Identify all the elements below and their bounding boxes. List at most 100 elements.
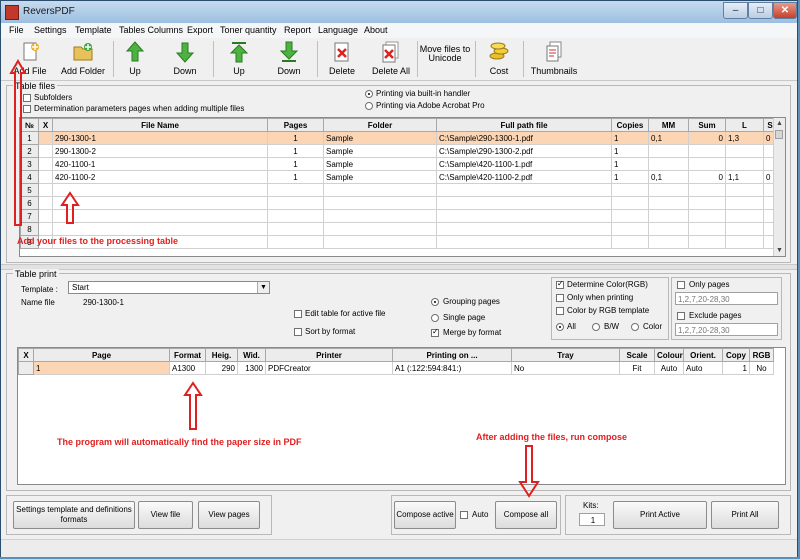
table-row[interactable]: 3 420-1100-1 1 Sample C:\Sample\420-1100-1… [20,157,777,171]
col-l[interactable]: L [725,118,764,132]
scroll-up-icon[interactable]: ▲ [774,118,785,129]
pcol-printer[interactable]: Printer [265,348,393,362]
menu-report[interactable]: Report [284,25,311,35]
auto-checkbox[interactable] [460,511,468,519]
kits-input[interactable]: 1 [579,513,605,526]
determine-color-checkbox[interactable] [556,279,564,289]
exclude-pages-input[interactable]: 1,2,7,20-28,30 [675,323,778,336]
col-full-path[interactable]: Full path file [436,118,612,132]
merge-format-checkbox[interactable] [431,327,439,337]
table-row[interactable]: 6 [20,196,777,210]
move-down-button[interactable]: Down [167,39,203,79]
move-to-unicode-button[interactable]: Move files to Unicode [419,39,471,79]
sort-format-label: Sort by format [305,327,356,336]
col-sum[interactable]: Sum [688,118,726,132]
compose-active-button[interactable]: Compose active [394,501,456,529]
minimize-button[interactable]: – [723,2,748,19]
print-builtin-radio[interactable] [365,90,373,98]
pcol-x[interactable]: X [18,348,34,362]
files-table-scrollbar[interactable]: ▲ ▼ [773,118,785,256]
table-row[interactable]: 1 290-1300-1 1 Sample C:\Sample\290-1300-1… [20,131,777,145]
menu-toner-quantity[interactable]: Toner quantity [220,25,277,35]
col-x[interactable]: X [38,118,53,132]
grouping-pages-radio[interactable] [431,298,439,306]
delete-all-button[interactable]: Delete All [369,39,413,79]
grouping-pages-label: Grouping pages [443,297,500,306]
col-mm[interactable]: MM [648,118,689,132]
menu-template[interactable]: Template [75,25,112,35]
pcol-scale[interactable]: Scale [619,348,655,362]
arrow-down-bottom-icon [279,41,299,62]
scroll-down-icon[interactable]: ▼ [774,245,785,256]
table-row[interactable]: 1 A1300 290 1300 PDFCreator A1 (:122:594… [18,361,774,375]
color-rgb-label: Color by RGB template [567,306,650,315]
pcol-copy[interactable]: Copy [722,348,750,362]
template-select[interactable]: Start ▼ [68,281,270,294]
settings-template-button[interactable]: Settings template and definitions format… [13,501,135,529]
only-printing-checkbox[interactable] [556,294,564,302]
files-table-header: № X File Name Pages Folder Full path fil… [20,118,777,132]
col-copies[interactable]: Copies [611,118,649,132]
table-row[interactable]: 4 420-1100-2 1 Sample C:\Sample\420-1100-2… [20,170,777,184]
print-acrobat-radio[interactable] [365,102,373,110]
move-top-button[interactable]: Up [223,39,255,79]
pcol-width[interactable]: Wid. [237,348,266,362]
status-bar [1,539,797,557]
annotation-arrow-up-files-icon [60,191,80,224]
menu-tables-columns[interactable]: Tables Columns [119,25,183,35]
pcol-height[interactable]: Heig. [205,348,238,362]
single-page-radio[interactable] [431,314,439,322]
exclude-pages-checkbox[interactable] [677,312,685,320]
maximize-button[interactable]: □ [748,2,773,19]
edit-table-checkbox[interactable] [294,310,302,318]
menu-export[interactable]: Export [187,25,213,35]
pcol-page[interactable]: Page [33,348,170,362]
col-folder[interactable]: Folder [323,118,437,132]
pcol-orient[interactable]: Orient. [683,348,723,362]
name-file-value: 290-1300-1 [83,298,124,307]
thumbnails-icon [546,41,562,62]
compose-all-button[interactable]: Compose all [495,501,557,529]
add-folder-button[interactable]: Add Folder [57,39,109,79]
chevron-down-icon[interactable]: ▼ [257,282,269,293]
only-pages-checkbox[interactable] [677,281,685,289]
table-row[interactable]: 2 290-1300-2 1 Sample C:\Sample\290-1300-2… [20,144,777,158]
color-color-radio[interactable] [631,323,639,331]
print-active-button[interactable]: Print Active [613,501,707,529]
scroll-thumb[interactable] [775,130,783,139]
pcol-format[interactable]: Format [169,348,206,362]
annotation-arrow-down-compose-icon [518,445,540,498]
print-all-button[interactable]: Print All [711,501,779,529]
menu-language[interactable]: Language [318,25,358,35]
only-pages-input[interactable]: 1,2,7,20-28,30 [675,292,778,305]
close-button[interactable]: ✕ [773,2,797,19]
view-file-button[interactable]: View file [138,501,193,529]
move-bottom-button[interactable]: Down [271,39,307,79]
menu-settings[interactable]: Settings [34,25,67,35]
sort-format-checkbox[interactable] [294,328,302,336]
pcol-printing-on[interactable]: Printing on ... [392,348,512,362]
table-row[interactable]: 8 [20,222,777,236]
color-bw-radio[interactable] [592,323,600,331]
col-pages[interactable]: Pages [267,118,324,132]
menu-file[interactable]: File [9,25,24,35]
toolbar: Add File Add Folder Up Down Up Down Dele… [1,38,797,81]
delete-button[interactable]: Delete [325,39,359,79]
panel-splitter[interactable] [1,264,797,270]
thumbnails-button[interactable]: Thumbnails [529,39,579,79]
pcol-tray[interactable]: Tray [511,348,620,362]
pcol-rgb[interactable]: RGB [749,348,774,362]
window-title: ReversPDF [23,6,75,17]
cost-button[interactable]: Cost [481,39,517,79]
table-row[interactable]: 5 [20,183,777,197]
view-pages-button[interactable]: View pages [198,501,260,529]
menu-about[interactable]: About [364,25,388,35]
color-all-radio[interactable] [556,323,564,331]
pcol-colour[interactable]: Colour [654,348,684,362]
table-row[interactable]: 7 [20,209,777,223]
move-up-button[interactable]: Up [119,39,151,79]
color-rgb-checkbox[interactable] [556,307,564,315]
col-file-name[interactable]: File Name [52,118,268,132]
kits-label: Kits: [583,501,599,510]
arrow-up-icon [125,41,145,62]
